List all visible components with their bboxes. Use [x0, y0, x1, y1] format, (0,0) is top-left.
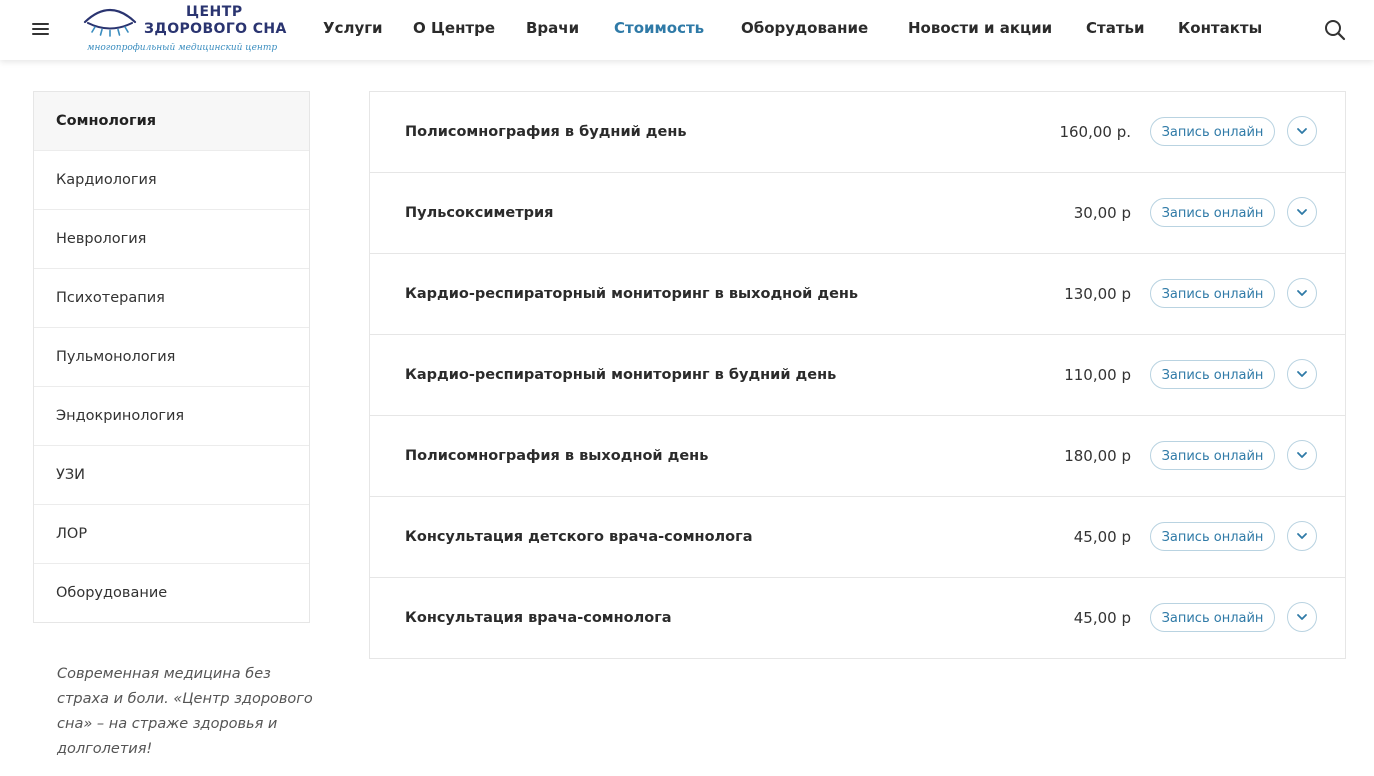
- expand-button[interactable]: [1287, 359, 1317, 389]
- service-title: Кардио-респираторный мониторинг в выходн…: [405, 286, 859, 302]
- book-online-button[interactable]: Запись онлайн: [1150, 117, 1275, 146]
- nav-item-news[interactable]: Новости и акции: [908, 19, 1052, 37]
- search-icon[interactable]: [1324, 19, 1346, 41]
- price-list: Полисомнография в будний день 160,00 р. …: [369, 91, 1346, 659]
- sidebar-item-cardiology[interactable]: Кардиология: [34, 151, 309, 210]
- book-online-button[interactable]: Запись онлайн: [1150, 603, 1275, 632]
- site-logo[interactable]: ЦЕНТР ЗДОРОВОГО СНА многопрофильный меди…: [82, 2, 288, 58]
- logo-tagline: многопрофильный медицинский центр: [87, 43, 278, 53]
- chevron-down-icon: [1297, 614, 1307, 620]
- sidebar-item-endocrinology[interactable]: Эндокринология: [34, 387, 309, 446]
- nav-item-doctors[interactable]: Врачи: [526, 19, 579, 37]
- book-online-button[interactable]: Запись онлайн: [1150, 279, 1275, 308]
- service-price: 180,00 р: [1064, 447, 1131, 465]
- expand-button[interactable]: [1287, 521, 1317, 551]
- nav-item-services[interactable]: Услуги: [323, 19, 383, 37]
- chevron-down-icon: [1297, 371, 1307, 377]
- price-row: Полисомнография в выходной день 180,00 р…: [370, 416, 1345, 497]
- expand-button[interactable]: [1287, 278, 1317, 308]
- service-title: Консультация врача-сомнолога: [405, 610, 672, 626]
- chevron-down-icon: [1297, 290, 1307, 296]
- chevron-down-icon: [1297, 128, 1307, 134]
- price-row: Кардио-респираторный мониторинг в выходн…: [370, 254, 1345, 335]
- service-price: 45,00 р: [1073, 609, 1131, 627]
- service-title: Пульсоксиметрия: [405, 205, 554, 221]
- sidebar-item-somnology[interactable]: Сомнология: [34, 92, 309, 151]
- service-price: 160,00 р.: [1059, 123, 1131, 141]
- book-online-button[interactable]: Запись онлайн: [1150, 198, 1275, 227]
- service-title: Кардио-респираторный мониторинг в будний…: [405, 367, 837, 383]
- service-price: 45,00 р: [1073, 528, 1131, 546]
- sidebar-item-psychotherapy[interactable]: Психотерапия: [34, 269, 309, 328]
- price-row: Кардио-респираторный мониторинг в будний…: [370, 335, 1345, 416]
- sidebar-item-equipment[interactable]: Оборудование: [34, 564, 309, 622]
- expand-button[interactable]: [1287, 440, 1317, 470]
- book-online-button[interactable]: Запись онлайн: [1150, 522, 1275, 551]
- price-row: Консультация детского врача-сомнолога 45…: [370, 497, 1345, 578]
- nav-item-equipment[interactable]: Оборудование: [741, 19, 868, 37]
- site-header: ЦЕНТР ЗДОРОВОГО СНА многопрофильный меди…: [0, 0, 1374, 60]
- nav-item-contacts[interactable]: Контакты: [1178, 19, 1262, 37]
- price-row: Консультация врача-сомнолога 45,00 р Зап…: [370, 578, 1345, 658]
- price-row: Полисомнография в будний день 160,00 р. …: [370, 92, 1345, 173]
- nav-item-about[interactable]: О Центре: [413, 19, 495, 37]
- book-online-button[interactable]: Запись онлайн: [1150, 360, 1275, 389]
- closed-eye-icon: [83, 8, 137, 37]
- service-title: Полисомнография в выходной день: [405, 448, 709, 464]
- nav-item-prices[interactable]: Стоимость: [614, 19, 704, 37]
- chevron-down-icon: [1297, 452, 1307, 458]
- sidebar-item-ent[interactable]: ЛОР: [34, 505, 309, 564]
- service-title: Консультация детского врача-сомнолога: [405, 529, 753, 545]
- service-price: 110,00 р: [1064, 366, 1131, 384]
- sidebar-motto: Современная медицина без страха и боли. …: [57, 666, 313, 757]
- sidebar-item-neurology[interactable]: Неврология: [34, 210, 309, 269]
- service-title: Полисомнография в будний день: [405, 124, 687, 140]
- sidebar-item-ultrasound[interactable]: УЗИ: [34, 446, 309, 505]
- expand-button[interactable]: [1287, 116, 1317, 146]
- logo-text-line2: ЗДОРОВОГО СНА: [144, 21, 287, 37]
- category-sidebar: Сомнология Кардиология Неврология Психот…: [33, 91, 310, 623]
- logo-text-line1: ЦЕНТР: [186, 4, 243, 20]
- price-row: Пульсоксиметрия 30,00 р Запись онлайн: [370, 173, 1345, 254]
- chevron-down-icon: [1297, 533, 1307, 539]
- expand-button[interactable]: [1287, 602, 1317, 632]
- book-online-button[interactable]: Запись онлайн: [1150, 441, 1275, 470]
- nav-item-articles[interactable]: Статьи: [1086, 19, 1145, 37]
- chevron-down-icon: [1297, 209, 1307, 215]
- service-price: 30,00 р: [1073, 204, 1131, 222]
- expand-button[interactable]: [1287, 197, 1317, 227]
- sidebar-item-pulmonology[interactable]: Пульмонология: [34, 328, 309, 387]
- service-price: 130,00 р: [1064, 285, 1131, 303]
- hamburger-menu-icon[interactable]: [32, 21, 50, 37]
